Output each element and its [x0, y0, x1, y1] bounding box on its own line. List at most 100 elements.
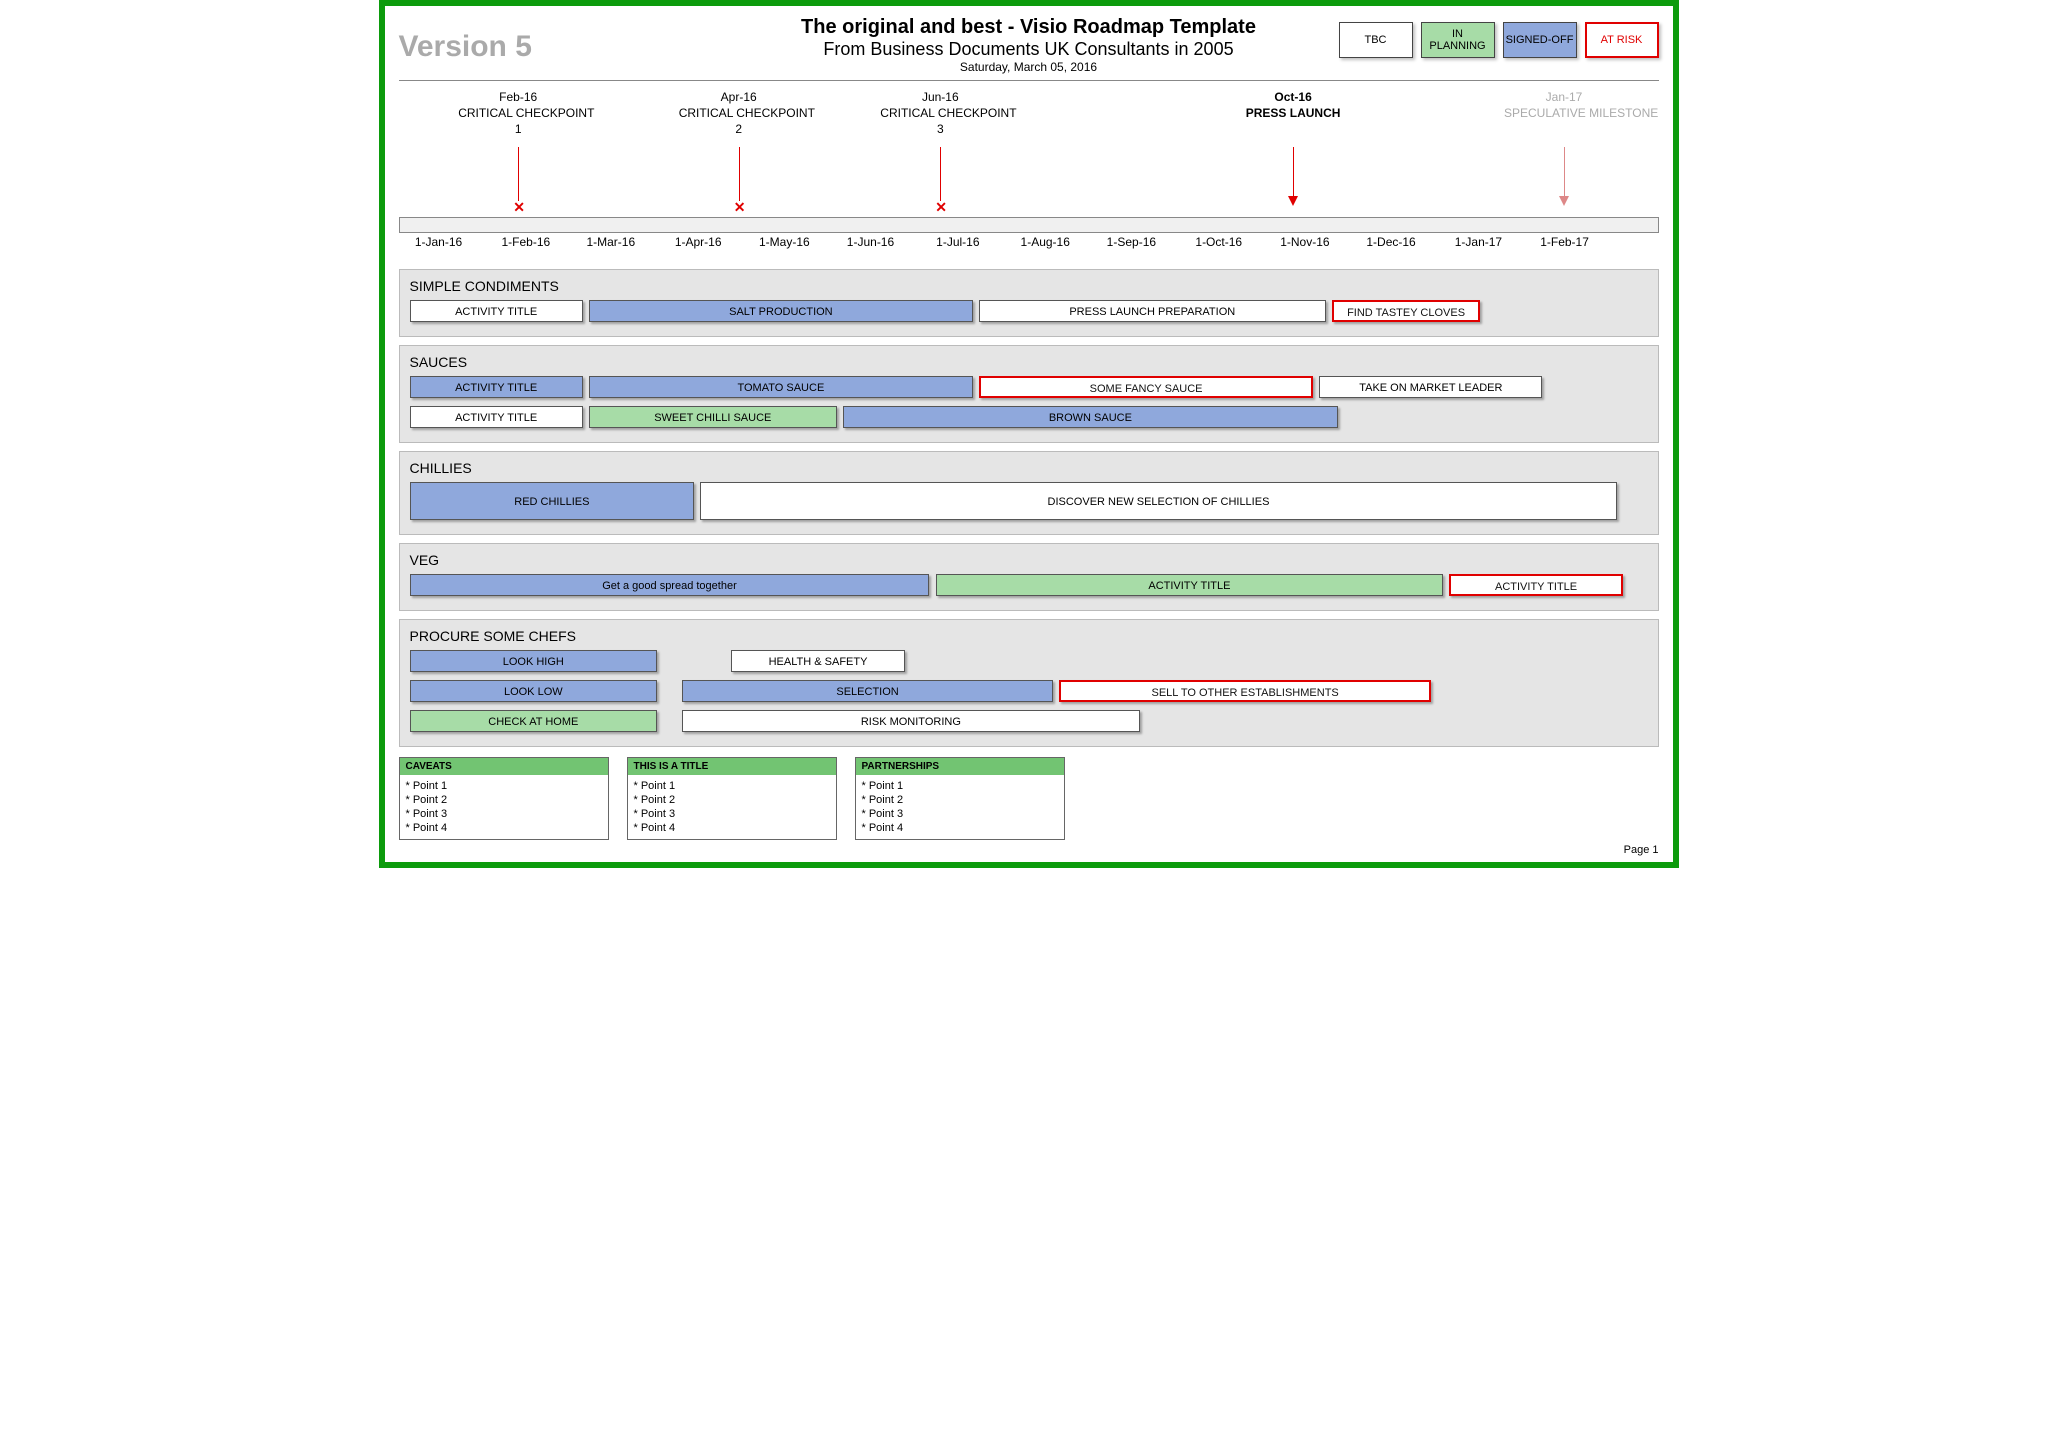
- lane-title: VEG: [410, 552, 1648, 568]
- legend-signed-off: SIGNED-OFF: [1503, 22, 1577, 58]
- legend-at-risk: AT RISK: [1585, 22, 1659, 58]
- tick: 1-Mar-16: [586, 235, 635, 249]
- milestone-ms4: Oct-16PRESS LAUNCH: [1233, 89, 1353, 125]
- milestone-connector: [518, 147, 519, 201]
- footer-box: THIS IS A TITLE* Point 1* Point 2* Point…: [627, 757, 837, 840]
- tick: 1-May-16: [759, 235, 810, 249]
- milestone-ms1: Feb-16CRITICAL CHECKPOINT1: [458, 89, 578, 142]
- timeline: Feb-16CRITICAL CHECKPOINT1✕Apr-16CRITICA…: [399, 89, 1659, 261]
- activity-bar: ACTIVITY TITLE: [410, 376, 583, 398]
- timeline-bar: [399, 217, 1659, 233]
- lane-row: ACTIVITY TITLETOMATO SAUCESOME FANCY SAU…: [410, 376, 1648, 400]
- arrow-down-icon: [1288, 196, 1298, 206]
- activity-bar: ACTIVITY TITLE: [410, 300, 583, 322]
- lane-row: ACTIVITY TITLE SWEET CHILLI SAUCE BROWN SA…: [410, 406, 1648, 430]
- activity-bar: HEALTH & SAFETY: [731, 650, 904, 672]
- footer-box: CAVEATS* Point 1* Point 2* Point 3* Poin…: [399, 757, 609, 840]
- tick: 1-Oct-16: [1195, 235, 1242, 249]
- activity-bar: TAKE ON MARKET LEADER: [1319, 376, 1542, 398]
- activity-bar: LOOK LOW: [410, 680, 658, 702]
- activity-bar: SELL TO OTHER ESTABLISHMENTS: [1059, 680, 1430, 702]
- activity-bar: ACTIVITY TITLE: [410, 406, 583, 428]
- milestone-connector: [940, 147, 941, 201]
- milestone-connector: [1293, 147, 1294, 201]
- tick: 1-Apr-16: [675, 235, 722, 249]
- tick: 1-Jan-17: [1455, 235, 1502, 249]
- footer-list-item: * Point 2: [634, 793, 830, 807]
- footer-boxes: CAVEATS* Point 1* Point 2* Point 3* Poin…: [399, 757, 1659, 840]
- lane-title: SAUCES: [410, 354, 1648, 370]
- lane-title: SIMPLE CONDIMENTS: [410, 278, 1648, 294]
- lane-row: CHECK AT HOME RISK MONITORING: [410, 710, 1648, 734]
- lane-row: ACTIVITY TITLE SALT PRODUCTION PRESS LAUNC…: [410, 300, 1648, 324]
- lane-title: CHILLIES: [410, 460, 1648, 476]
- footer-list-item: * Point 1: [406, 779, 602, 793]
- activity-bar: RED CHILLIES: [410, 482, 695, 520]
- page-number: Page 1: [399, 844, 1659, 856]
- footer-box-title: THIS IS A TITLE: [628, 758, 836, 775]
- milestone-ms3: Jun-16CRITICAL CHECKPOINT3: [880, 89, 1000, 142]
- footer-list-item: * Point 1: [862, 779, 1058, 793]
- footer-box-title: CAVEATS: [400, 758, 608, 775]
- footer-box-title: PARTNERSHIPS: [856, 758, 1064, 775]
- footer-box: PARTNERSHIPS* Point 1* Point 2* Point 3*…: [855, 757, 1065, 840]
- footer-list-item: * Point 4: [862, 821, 1058, 835]
- footer-list: * Point 1* Point 2* Point 3* Point 4: [856, 775, 1064, 839]
- lane: SIMPLE CONDIMENTS ACTIVITY TITLE SALT PROD…: [399, 269, 1659, 337]
- footer-list-item: * Point 4: [634, 821, 830, 835]
- lane-row: LOOK HIGH HEALTH & SAFETY: [410, 650, 1648, 674]
- activity-bar: DISCOVER NEW SELECTION OF CHILLIES: [700, 482, 1616, 520]
- lane-title: PROCURE SOME CHEFS: [410, 628, 1648, 644]
- milestone-ms5: Jan-17SPECULATIVE MILESTONE: [1504, 89, 1624, 125]
- title-date: Saturday, March 05, 2016: [399, 60, 1659, 74]
- tick: 1-Feb-16: [502, 235, 551, 249]
- lane: VEG Get a good spread together ACTIVITY TI…: [399, 543, 1659, 611]
- tick: 1-Jan-16: [415, 235, 462, 249]
- legend: TBC IN PLANNING SIGNED-OFF AT RISK: [1339, 22, 1659, 58]
- footer-list-item: * Point 3: [634, 807, 830, 821]
- footer-list: * Point 1* Point 2* Point 3* Point 4: [628, 775, 836, 839]
- page: Version 5 The original and best - Visio …: [379, 0, 1679, 868]
- lane: CHILLIES RED CHILLIESDISCOVER NEW SELECTI…: [399, 451, 1659, 535]
- arrow-down-icon: [1559, 196, 1569, 206]
- tick: 1-Feb-17: [1540, 235, 1589, 249]
- activity-bar: SWEET CHILLI SAUCE: [589, 406, 837, 428]
- milestone-connector: [739, 147, 740, 201]
- footer-list-item: * Point 1: [634, 779, 830, 793]
- tick: 1-Sep-16: [1107, 235, 1156, 249]
- tick: 1-Aug-16: [1021, 235, 1070, 249]
- activity-bar: LOOK HIGH: [410, 650, 658, 672]
- lane: PROCURE SOME CHEFS LOOK HIGH HEALTH & SAFE…: [399, 619, 1659, 747]
- tick: 1-Nov-16: [1280, 235, 1329, 249]
- lane-row: LOOK LOW SELECTION SELL TO OTHER ESTABLISH…: [410, 680, 1648, 704]
- legend-tbc: TBC: [1339, 22, 1413, 58]
- activity-bar: SALT PRODUCTION: [589, 300, 973, 322]
- milestones: Feb-16CRITICAL CHECKPOINT1✕Apr-16CRITICA…: [399, 89, 1659, 217]
- x-mark-icon: ✕: [513, 199, 525, 216]
- milestone-connector: [1564, 147, 1565, 201]
- lane: SAUCES ACTIVITY TITLETOMATO SAUCESOME FAN…: [399, 345, 1659, 443]
- lane-row: Get a good spread together ACTIVITY TITLE…: [410, 574, 1648, 598]
- activity-bar: RISK MONITORING: [682, 710, 1140, 732]
- legend-in-planning: IN PLANNING: [1421, 22, 1495, 58]
- timeline-ticks: 1-Jan-16 1-Feb-16 1-Mar-16 1-Apr-16 1-May-16…: [399, 233, 1659, 261]
- footer-list-item: * Point 2: [862, 793, 1058, 807]
- tick: 1-Jun-16: [847, 235, 894, 249]
- activity-bar: CHECK AT HOME: [410, 710, 658, 732]
- activity-bar: BROWN SAUCE: [843, 406, 1338, 428]
- footer-list: * Point 1* Point 2* Point 3* Point 4: [400, 775, 608, 839]
- x-mark-icon: ✕: [734, 199, 746, 216]
- footer-list-item: * Point 2: [406, 793, 602, 807]
- tick: 1-Dec-16: [1366, 235, 1415, 249]
- activity-bar: PRESS LAUNCH PREPARATION: [979, 300, 1326, 322]
- tick: 1-Jul-16: [936, 235, 979, 249]
- footer-list-item: * Point 3: [406, 807, 602, 821]
- activity-bar: SELECTION: [682, 680, 1053, 702]
- footer-list-item: * Point 3: [862, 807, 1058, 821]
- activity-bar: ACTIVITY TITLE: [936, 574, 1444, 596]
- activity-bar: Get a good spread together: [410, 574, 930, 596]
- lane-row: RED CHILLIESDISCOVER NEW SELECTION OF CH…: [410, 482, 1648, 522]
- activity-bar: SOME FANCY SAUCE: [979, 376, 1313, 398]
- activity-bar: FIND TASTEY CLOVES: [1332, 300, 1481, 322]
- version-label: Version 5: [399, 30, 532, 64]
